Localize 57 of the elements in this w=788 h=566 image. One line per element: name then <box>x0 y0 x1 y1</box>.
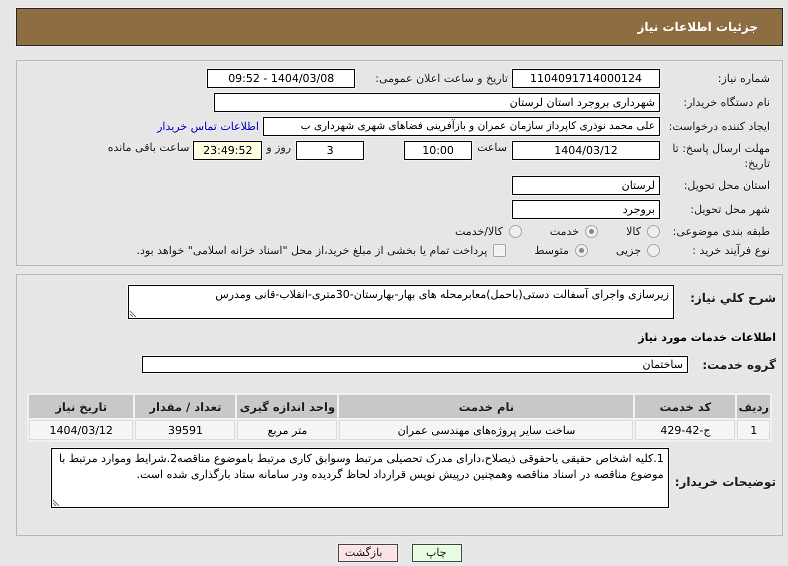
field-label: شماره نیاز: <box>716 72 771 85</box>
date-field[interactable]: 1404/03/12 <box>512 141 660 160</box>
field-label: روز و <box>266 141 292 154</box>
option-label: خدمت <box>550 224 580 238</box>
checkbox[interactable] <box>493 244 506 256</box>
radio-button[interactable] <box>585 224 598 238</box>
column-header: تاریخ نیاز <box>29 395 134 418</box>
field-label: شهر محل تحویل: <box>689 203 771 216</box>
option-label: کالا/خدمت <box>455 224 503 238</box>
back-button[interactable]: بازگشت <box>338 544 398 562</box>
radio-button[interactable] <box>647 244 660 256</box>
announce-date-field[interactable]: 1404/03/08 - 09:52 <box>207 69 356 88</box>
option-label: جزیی <box>616 244 641 256</box>
radio-button[interactable] <box>647 224 660 238</box>
field-label: تاریخ و ساعت اعلان عمومی: <box>375 72 508 85</box>
requester-field[interactable]: علی محمد نوذری کاپرداز سازمان عمران و بازآفرینی فضاهای شهری شهرداری ب <box>263 117 660 136</box>
remaining-time-field[interactable]: 23:49:52 <box>193 141 262 160</box>
city-field[interactable]: بروجرد <box>512 200 660 219</box>
buyer-field[interactable]: شهرداری بروجرد استان لرستان <box>214 93 660 112</box>
resize-grip-icon[interactable] <box>130 309 138 317</box>
column-header: کد خدمت <box>635 395 736 418</box>
page-title: جزئیات اطلاعات نیاز <box>637 20 758 34</box>
table-cell: متر مربع <box>237 420 338 440</box>
field-label: شرح کلي نياز: <box>689 290 777 305</box>
field-label: طبقه بندی موضوعی: <box>672 224 771 238</box>
option-label: پرداخت تمام یا بخشی از مبلغ خرید،از محل "اسناد خزانه اسلامی" خواهد بود. <box>136 244 488 256</box>
field-label: ساعت <box>477 141 507 154</box>
radio-button[interactable] <box>574 244 588 256</box>
column-header: واحد اندازه گیری <box>237 395 338 418</box>
field-label: استان محل تحویل: <box>682 179 771 192</box>
column-header: تعداد / مقدار <box>135 395 236 418</box>
field-label: نوع فرآیند خرید : <box>691 244 771 256</box>
days-field[interactable]: 3 <box>296 141 364 160</box>
option-label: کالا <box>626 224 641 238</box>
field-label: ساعت باقی مانده <box>108 141 190 154</box>
field-label: توضیحات خریدار: <box>674 474 777 489</box>
service-group-field[interactable]: ساختمان <box>142 356 688 373</box>
table-cell: 39591 <box>135 420 236 440</box>
column-header: نام خدمت <box>339 395 634 418</box>
section-title: اطلاعات خدمات مورد نياز <box>636 331 777 344</box>
field-label: ایجاد کننده درخواست: <box>668 120 771 133</box>
option-label: متوسط <box>534 244 569 256</box>
print-button[interactable]: چاپ <box>412 544 462 562</box>
field-label: نام دستگاه خریدار: <box>682 96 771 109</box>
time-field[interactable]: 10:00 <box>404 141 472 160</box>
resize-grip-icon[interactable] <box>52 498 61 506</box>
column-header: رديف <box>737 395 770 418</box>
table-cell: 1 <box>737 420 770 440</box>
table-cell: ج-42-429 <box>635 420 736 440</box>
radio-button[interactable] <box>508 224 522 238</box>
contact-link[interactable]: اطلاعات تماس خریدار <box>157 120 259 133</box>
need-number-field[interactable]: 1104091714000124 <box>512 69 660 88</box>
field-label: گروه خدمت: <box>701 358 777 372</box>
table-cell: 1404/03/12 <box>29 420 134 440</box>
table-cell: ساخت سایر پروژه‌های مهندسی عمران <box>339 420 634 440</box>
province-field[interactable]: لرستان <box>512 176 660 195</box>
field-label: مهلت ارسال پاسخ: تا تاریخ: <box>671 141 771 171</box>
